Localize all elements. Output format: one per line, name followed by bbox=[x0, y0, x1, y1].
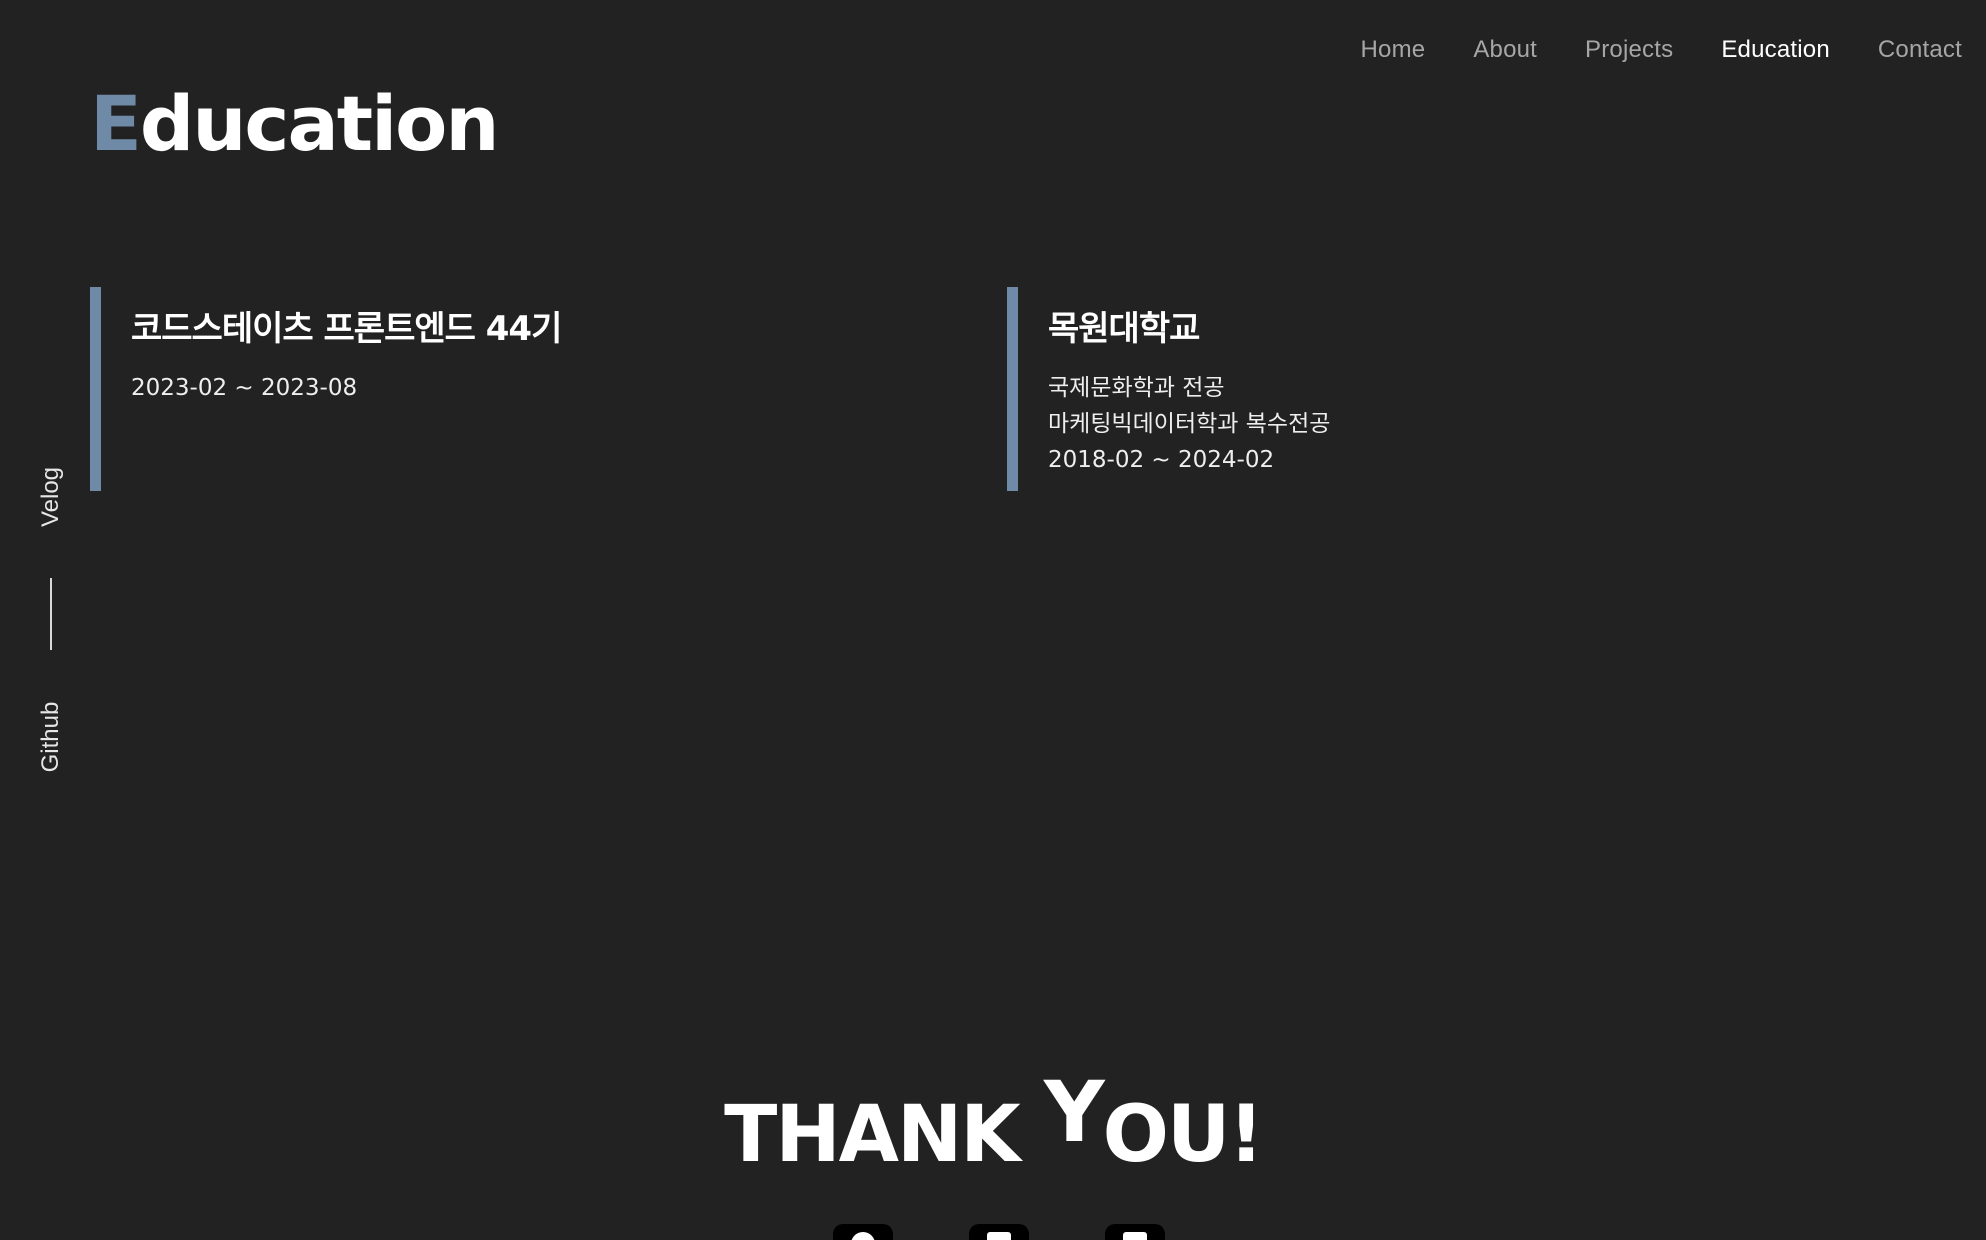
thank-you-heading: THANK YOU! bbox=[0, 1070, 1986, 1174]
education-major: 국제문화학과 전공 bbox=[1048, 375, 1225, 401]
education-name: 목원대학교 bbox=[1048, 309, 1200, 349]
nav-education[interactable]: Education bbox=[1721, 36, 1830, 64]
education-period: 2023-02 ~ 2023-08 bbox=[131, 375, 358, 401]
nav-projects[interactable]: Projects bbox=[1585, 36, 1673, 64]
thank-you-y: Y bbox=[1043, 1063, 1105, 1161]
education-double-major: 마케팅빅데이터학과 복수전공 bbox=[1048, 411, 1331, 437]
education-card-mokwon: 목원대학교 국제문화학과 전공 마케팅빅데이터학과 복수전공 2018-02 ~… bbox=[1007, 287, 1807, 491]
velog-icon[interactable] bbox=[969, 1224, 1029, 1240]
education-name: 코드스테이츠 프론트엔드 44기 bbox=[131, 309, 562, 349]
nav-about[interactable]: About bbox=[1473, 36, 1537, 64]
top-nav: Home About Projects Education Contact bbox=[1312, 36, 1962, 64]
side-link-velog[interactable]: Velog bbox=[37, 467, 65, 527]
page-title-rest: ducation bbox=[139, 79, 500, 168]
side-link-github[interactable]: Github bbox=[37, 702, 65, 773]
github-icon[interactable] bbox=[833, 1224, 893, 1240]
nav-home[interactable]: Home bbox=[1360, 36, 1425, 64]
thank-you-part1: THANK bbox=[724, 1090, 1044, 1180]
side-divider bbox=[50, 578, 52, 650]
mail-icon[interactable] bbox=[1105, 1224, 1165, 1240]
education-page: Home About Projects Education Contact Ed… bbox=[0, 0, 1986, 1240]
page-title-first-letter: E bbox=[90, 79, 142, 168]
footer-icons bbox=[833, 1224, 1241, 1240]
nav-contact[interactable]: Contact bbox=[1878, 36, 1962, 64]
page-title: Education bbox=[90, 79, 500, 168]
thank-you-part2: OU! bbox=[1102, 1090, 1264, 1180]
education-period: 2018-02 ~ 2024-02 bbox=[1048, 447, 1275, 473]
education-card-codestates: 코드스테이츠 프론트엔드 44기 2023-02 ~ 2023-08 bbox=[90, 287, 890, 491]
